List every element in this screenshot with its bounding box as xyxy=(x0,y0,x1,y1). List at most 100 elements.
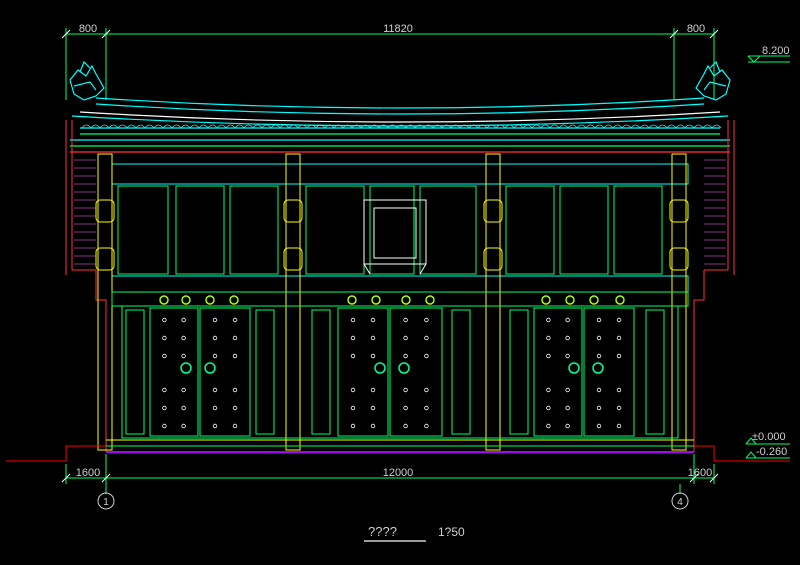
door-stud xyxy=(424,423,429,429)
door-knockers xyxy=(180,362,604,374)
drawing-title: ???? xyxy=(368,524,397,539)
door-stud xyxy=(565,317,570,323)
ridge-ornament-right xyxy=(695,60,731,101)
door-stud xyxy=(596,423,602,429)
upper-panels xyxy=(117,185,663,275)
door-stud xyxy=(370,353,376,359)
door-stud xyxy=(370,317,376,323)
door-stud xyxy=(350,335,356,341)
door-stud xyxy=(212,405,218,411)
door-stud xyxy=(350,405,356,411)
door-stud xyxy=(403,405,408,411)
door-stud xyxy=(350,423,356,429)
grid-axis-right: 4 xyxy=(671,484,689,510)
door-stud xyxy=(403,387,408,393)
door-stud xyxy=(181,423,186,429)
door-stud xyxy=(181,335,186,341)
door-stud xyxy=(350,317,356,323)
door-stud xyxy=(370,405,376,411)
ground-elevation-label: ±0.000 xyxy=(752,431,786,443)
ridge-elevation-label: 8.200 xyxy=(762,45,790,57)
door-stud xyxy=(565,335,570,341)
door-stud xyxy=(181,387,186,393)
door-stud xyxy=(162,387,167,393)
door-stud xyxy=(181,405,186,411)
door-stud xyxy=(232,405,238,411)
upper-wall xyxy=(111,163,689,293)
lintel-beam xyxy=(111,291,689,307)
door-stud xyxy=(616,423,622,429)
top-dimension-line xyxy=(61,28,719,100)
elevation-drawing: 800 11820 800 8.200 ±0.000 -0.260 1600 1… xyxy=(6,23,790,542)
door-stud xyxy=(212,387,218,393)
door-stud xyxy=(370,335,376,341)
door-leaves xyxy=(149,307,635,437)
door-stud xyxy=(370,387,376,393)
door-stud xyxy=(232,353,238,359)
door-stud xyxy=(232,335,238,341)
door-stud xyxy=(546,353,551,359)
door-stud xyxy=(596,405,602,411)
door-stud xyxy=(403,423,408,429)
door-stud xyxy=(212,423,218,429)
door-stud xyxy=(596,317,602,323)
grid-axis-left-label: 1 xyxy=(103,497,109,508)
door-stud xyxy=(212,335,218,341)
bottom-middle-dimension: 12000 xyxy=(383,467,414,479)
door-stud xyxy=(162,353,167,359)
door-stud xyxy=(232,317,238,323)
door-stud xyxy=(212,353,218,359)
bottom-left-dimension: 1600 xyxy=(76,467,100,479)
door-stud xyxy=(232,387,238,393)
left-gable xyxy=(65,120,107,452)
door-stud xyxy=(546,335,551,341)
bottom-right-dimension: 1600 xyxy=(688,467,712,479)
door-stud xyxy=(596,335,602,341)
drawing-scale: 1?50 xyxy=(438,525,465,539)
door-stud xyxy=(350,387,356,393)
door-stud xyxy=(616,317,622,323)
right-gable xyxy=(693,120,735,452)
door-stud xyxy=(424,317,429,323)
door-stud xyxy=(162,405,167,411)
column-brackets xyxy=(95,199,689,271)
top-left-dimension: 800 xyxy=(79,23,97,35)
door-stud xyxy=(403,353,408,359)
door-stud xyxy=(162,335,167,341)
door-stud xyxy=(424,387,429,393)
grid-axis-left: 1 xyxy=(97,490,115,510)
door-stud xyxy=(596,387,602,393)
door-stud xyxy=(232,423,238,429)
door-stud xyxy=(162,423,167,429)
right-gable-fill xyxy=(704,159,726,265)
plinth xyxy=(106,439,694,453)
door-stud xyxy=(565,423,570,429)
door-stud xyxy=(181,317,186,323)
grid-axis-right-label: 4 xyxy=(677,497,683,508)
door-stud xyxy=(565,405,570,411)
door-stud xyxy=(616,353,622,359)
door-stud xyxy=(424,405,429,411)
door-stud xyxy=(565,353,570,359)
door-stud xyxy=(596,353,602,359)
door-stud xyxy=(546,405,551,411)
door-stud xyxy=(616,387,622,393)
base-elevation-label: -0.260 xyxy=(756,446,787,458)
door-stud xyxy=(546,387,551,393)
top-middle-dimension: 11820 xyxy=(383,23,413,35)
door-stud xyxy=(403,335,408,341)
door-stud xyxy=(370,423,376,429)
door-stud xyxy=(350,353,356,359)
left-gable-fill xyxy=(74,159,96,265)
door-stud xyxy=(181,353,186,359)
beam-rosettes xyxy=(159,295,625,305)
door-stud xyxy=(546,317,551,323)
door-stud xyxy=(424,353,429,359)
door-stud xyxy=(616,335,622,341)
door-stud xyxy=(162,317,167,323)
door-stud xyxy=(403,317,408,323)
top-right-dimension: 800 xyxy=(687,23,705,35)
door-studs xyxy=(162,317,622,429)
central-plaque xyxy=(363,199,427,275)
door-stud xyxy=(424,335,429,341)
